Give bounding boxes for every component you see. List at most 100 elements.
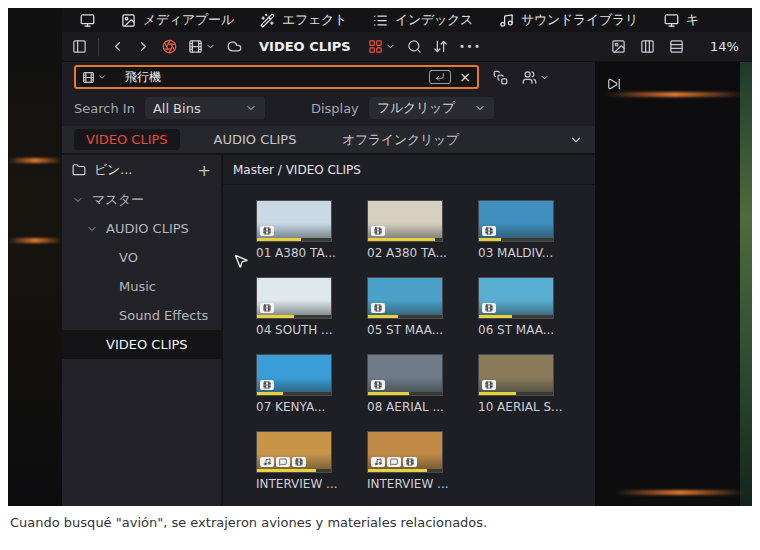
search-icon[interactable]: [407, 39, 422, 54]
clip[interactable]: 01 A380 TA...: [256, 200, 356, 260]
clip-type-icon: [371, 303, 385, 313]
mark-track: [257, 238, 331, 241]
top-bar-label: キ: [686, 11, 699, 29]
view-mode-menu[interactable]: [368, 39, 396, 54]
bin-item[interactable]: Sound Effects: [62, 301, 221, 330]
forward-icon[interactable]: [136, 39, 151, 54]
bin-item[interactable]: VIDEO CLIPS: [62, 330, 221, 359]
light-streak: [605, 92, 745, 97]
expanded-icon[interactable]: [72, 194, 84, 206]
bin-item[interactable]: VO: [62, 243, 221, 272]
add-bin-button[interactable]: +: [198, 161, 211, 180]
skip-icon[interactable]: [607, 77, 621, 91]
display-select[interactable]: フルクリップ: [369, 97, 494, 119]
bin-label: マスター: [92, 191, 144, 209]
bin-menu[interactable]: [188, 39, 216, 54]
sync-icon[interactable]: [162, 39, 177, 54]
clip-thumbnail: [478, 277, 554, 319]
dropdown-icon: [245, 102, 257, 114]
clip[interactable]: INTERVIEW ...: [367, 431, 467, 491]
mark-fill: [257, 469, 316, 472]
clip-thumbnail: [256, 277, 332, 319]
clip-thumbnail: [256, 431, 332, 473]
top-bar-item[interactable]: [80, 13, 95, 28]
top-bar-item[interactable]: インデックス: [373, 11, 473, 29]
clip[interactable]: 10 AERIAL S...: [478, 354, 578, 414]
workspace: VIDEO CLIPS•••飛行機×Search InAll BinsDispl…: [62, 32, 752, 506]
back-icon[interactable]: [110, 39, 125, 54]
clip[interactable]: INTERVIEW ...: [256, 431, 356, 491]
video-frame: [740, 62, 752, 506]
viewer-toolbar: 14%: [595, 32, 752, 62]
clip[interactable]: 02 A380 TA...: [367, 200, 467, 260]
search-in-label: Search In: [74, 101, 135, 116]
image-icon[interactable]: [611, 39, 626, 54]
badge-row: [260, 303, 274, 313]
search-scope[interactable]: [82, 71, 107, 84]
page-icon: [121, 13, 136, 28]
smart-bin-icon[interactable]: [493, 70, 508, 85]
pointer-icon: [233, 253, 249, 269]
people-menu[interactable]: [522, 70, 550, 85]
badge-row: [482, 303, 496, 313]
enter-key[interactable]: [429, 70, 451, 84]
top-bar: メディアプール エフェクト インデックス サウンドライブラリ キ: [62, 8, 752, 32]
badge-row: [482, 380, 496, 390]
top-bar-item[interactable]: エフェクト: [260, 11, 347, 29]
top-bar-item[interactable]: サウンドライブラリ: [499, 11, 638, 29]
bin-item[interactable]: マスター: [62, 185, 221, 214]
audio-badge: [371, 457, 385, 467]
clear-button[interactable]: ×: [459, 70, 471, 84]
cloud-icon[interactable]: [227, 39, 242, 54]
clip[interactable]: 08 AERIAL ...: [367, 354, 467, 414]
sort-icon[interactable]: [433, 39, 448, 54]
clip[interactable]: 06 ST MAA...: [478, 277, 578, 337]
bin-label: VO: [119, 250, 138, 265]
search-value: 飛行機: [115, 69, 421, 86]
bin-item[interactable]: AUDIO CLIPS: [62, 214, 221, 243]
clip-icon: [188, 39, 203, 54]
clip[interactable]: 07 KENYA...: [256, 354, 356, 414]
panel-toggle-icon[interactable]: [72, 39, 87, 54]
dropdown-icon: [474, 102, 486, 114]
zoom-level[interactable]: 14%: [710, 39, 739, 54]
layout-icon[interactable]: [669, 39, 684, 54]
tab[interactable]: VIDEO CLIPS: [74, 129, 180, 150]
clip[interactable]: 04 SOUTH ...: [256, 277, 356, 337]
transcript-badge: [387, 457, 401, 467]
badge-row: [371, 457, 417, 467]
expanded-icon[interactable]: [86, 223, 98, 235]
more-button[interactable]: •••: [459, 40, 481, 53]
top-bar-item[interactable]: キ: [664, 11, 699, 29]
audio-badge: [260, 457, 274, 467]
search-in-select[interactable]: All Bins: [145, 97, 265, 119]
top-bar-item[interactable]: メディアプール: [121, 11, 234, 29]
search-field[interactable]: 飛行機 ×: [74, 65, 479, 89]
mark-track: [368, 238, 442, 241]
bin-title: VIDEO CLIPS: [253, 39, 357, 54]
tab[interactable]: オフラインクリップ: [330, 128, 471, 152]
mark-fill: [368, 238, 435, 241]
caption: Cuando busqué "avión", se extrajeron avi…: [0, 506, 760, 539]
speech-icon: [390, 458, 398, 466]
clip-type-icon: [482, 380, 496, 390]
bin-item[interactable]: Music: [62, 272, 221, 301]
mark-track: [479, 238, 553, 241]
media-content: ビン...+ マスター AUDIO CLIPS VO MusicSound Effect…: [62, 153, 595, 506]
dropdown-icon: [97, 72, 107, 82]
clip[interactable]: 05 ST MAA...: [367, 277, 467, 337]
clip-name: 03 MALDIV...: [478, 246, 578, 260]
tab[interactable]: AUDIO CLIPS: [202, 129, 309, 150]
folder-icon: [72, 163, 86, 177]
viewer-canvas: [595, 62, 740, 506]
clip-name: 02 A380 TA...: [367, 246, 467, 260]
clip-type-icon: [260, 380, 274, 390]
clip-grid: 01 A380 TA... 02 A380 TA... 03 MALDIV... 04…: [223, 185, 595, 491]
expand-icon[interactable]: [569, 133, 583, 147]
clip-name: 01 A380 TA...: [256, 246, 356, 260]
bin-header: ビン...+: [62, 155, 221, 185]
compare-icon[interactable]: [640, 39, 655, 54]
clip-thumbnail: [367, 277, 443, 319]
media-pool: VIDEO CLIPS•••飛行機×Search InAll BinsDispl…: [62, 32, 595, 506]
clip[interactable]: 03 MALDIV...: [478, 200, 578, 260]
